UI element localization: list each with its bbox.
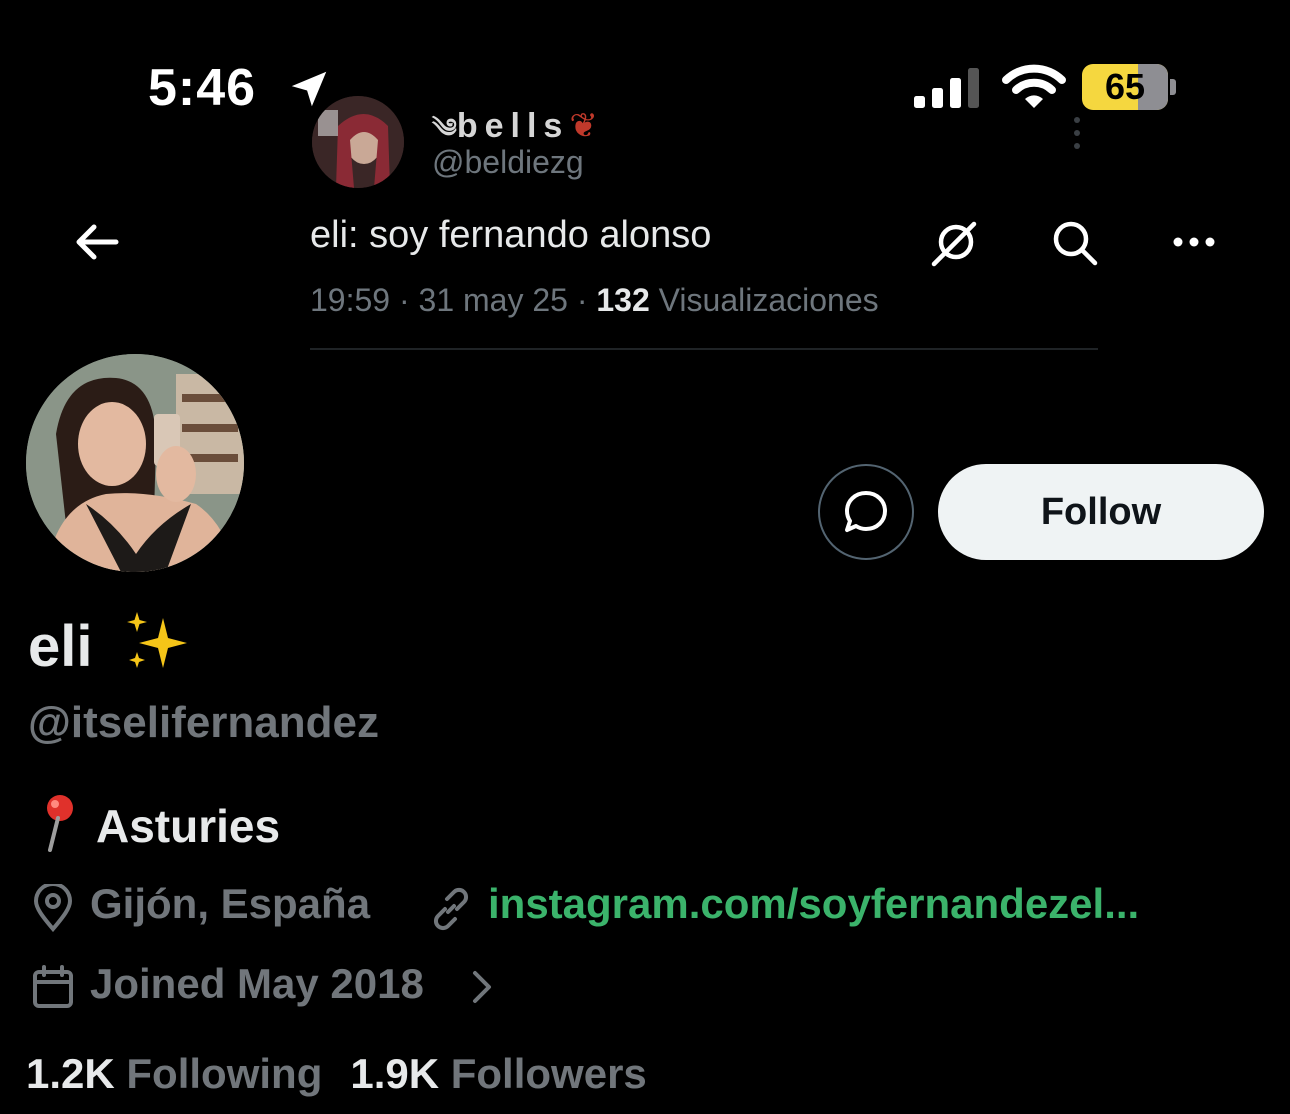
rose-icon: ❦ — [569, 107, 598, 145]
tweet-date: 31 may 25 — [418, 282, 568, 318]
display-name-text: eli — [28, 614, 93, 679]
quoted-wave-icon: ༄ — [432, 113, 457, 143]
display-name: eli — [28, 610, 193, 680]
bio-text: Asturies — [96, 800, 281, 852]
battery-icon: 65 — [1082, 64, 1178, 110]
quoted-name-text: bells — [456, 107, 570, 145]
follow-button[interactable]: Follow — [938, 464, 1264, 560]
pin-emoji — [47, 795, 73, 852]
battery-percent: 65 — [1104, 66, 1146, 107]
follow-stats: 1.2K Following 1.9K Followers — [26, 1050, 675, 1098]
status-time: 5:46 — [148, 59, 257, 117]
message-icon — [845, 491, 887, 532]
following-label: Following — [126, 1050, 323, 1097]
bio: Asturies — [30, 794, 280, 853]
location-text: Gijón, España — [90, 880, 371, 927]
divider — [310, 348, 1098, 350]
followers-label: Followers — [450, 1050, 647, 1097]
battery-cap — [1170, 79, 1176, 95]
more-icon[interactable] — [1170, 232, 1218, 252]
calendar-icon — [33, 965, 73, 1008]
quoted-handle: @beldiezg — [432, 144, 584, 180]
chevron-right-icon[interactable] — [470, 968, 494, 1006]
avatar-image — [26, 354, 244, 572]
followers-link[interactable]: 1.9K Followers — [350, 1050, 674, 1097]
signal-icon — [914, 68, 979, 108]
grok-icon[interactable] — [930, 218, 980, 268]
following-link[interactable]: 1.2K Following — [26, 1050, 350, 1097]
sparkles-emoji — [123, 612, 193, 679]
profile-link[interactable]: instagram.com/soyfernandezel... — [488, 880, 1139, 928]
wifi-icon — [1002, 64, 1066, 108]
message-button[interactable] — [818, 464, 914, 560]
quoted-avatar[interactable] — [312, 96, 404, 188]
back-arrow-icon[interactable] — [72, 222, 120, 262]
following-count: 1.2K — [26, 1050, 115, 1097]
quoted-avatar-image — [312, 96, 404, 188]
sparkles-icon — [126, 612, 187, 668]
tweet-text: eli: soy fernando alonso — [310, 214, 712, 256]
location-pin-icon — [33, 884, 73, 932]
tweet-time: 19:59 — [310, 282, 391, 318]
followers-count: 1.9K — [350, 1050, 440, 1097]
tweet-views-count: 132 — [596, 282, 650, 318]
profile-handle: @itselifernandez — [28, 698, 379, 747]
joined-date[interactable]: Joined May 2018 — [90, 960, 424, 1008]
avatar[interactable] — [26, 354, 244, 572]
vertical-more-icon[interactable] — [1070, 116, 1084, 150]
search-icon[interactable] — [1050, 218, 1100, 268]
link-icon — [433, 887, 469, 931]
tweet-meta: 19:59 · 31 may 25 · 132 Visualizaciones — [310, 282, 879, 318]
tweet-views-label: Visualizaciones — [658, 282, 879, 318]
location-arrow-icon — [291, 71, 327, 107]
